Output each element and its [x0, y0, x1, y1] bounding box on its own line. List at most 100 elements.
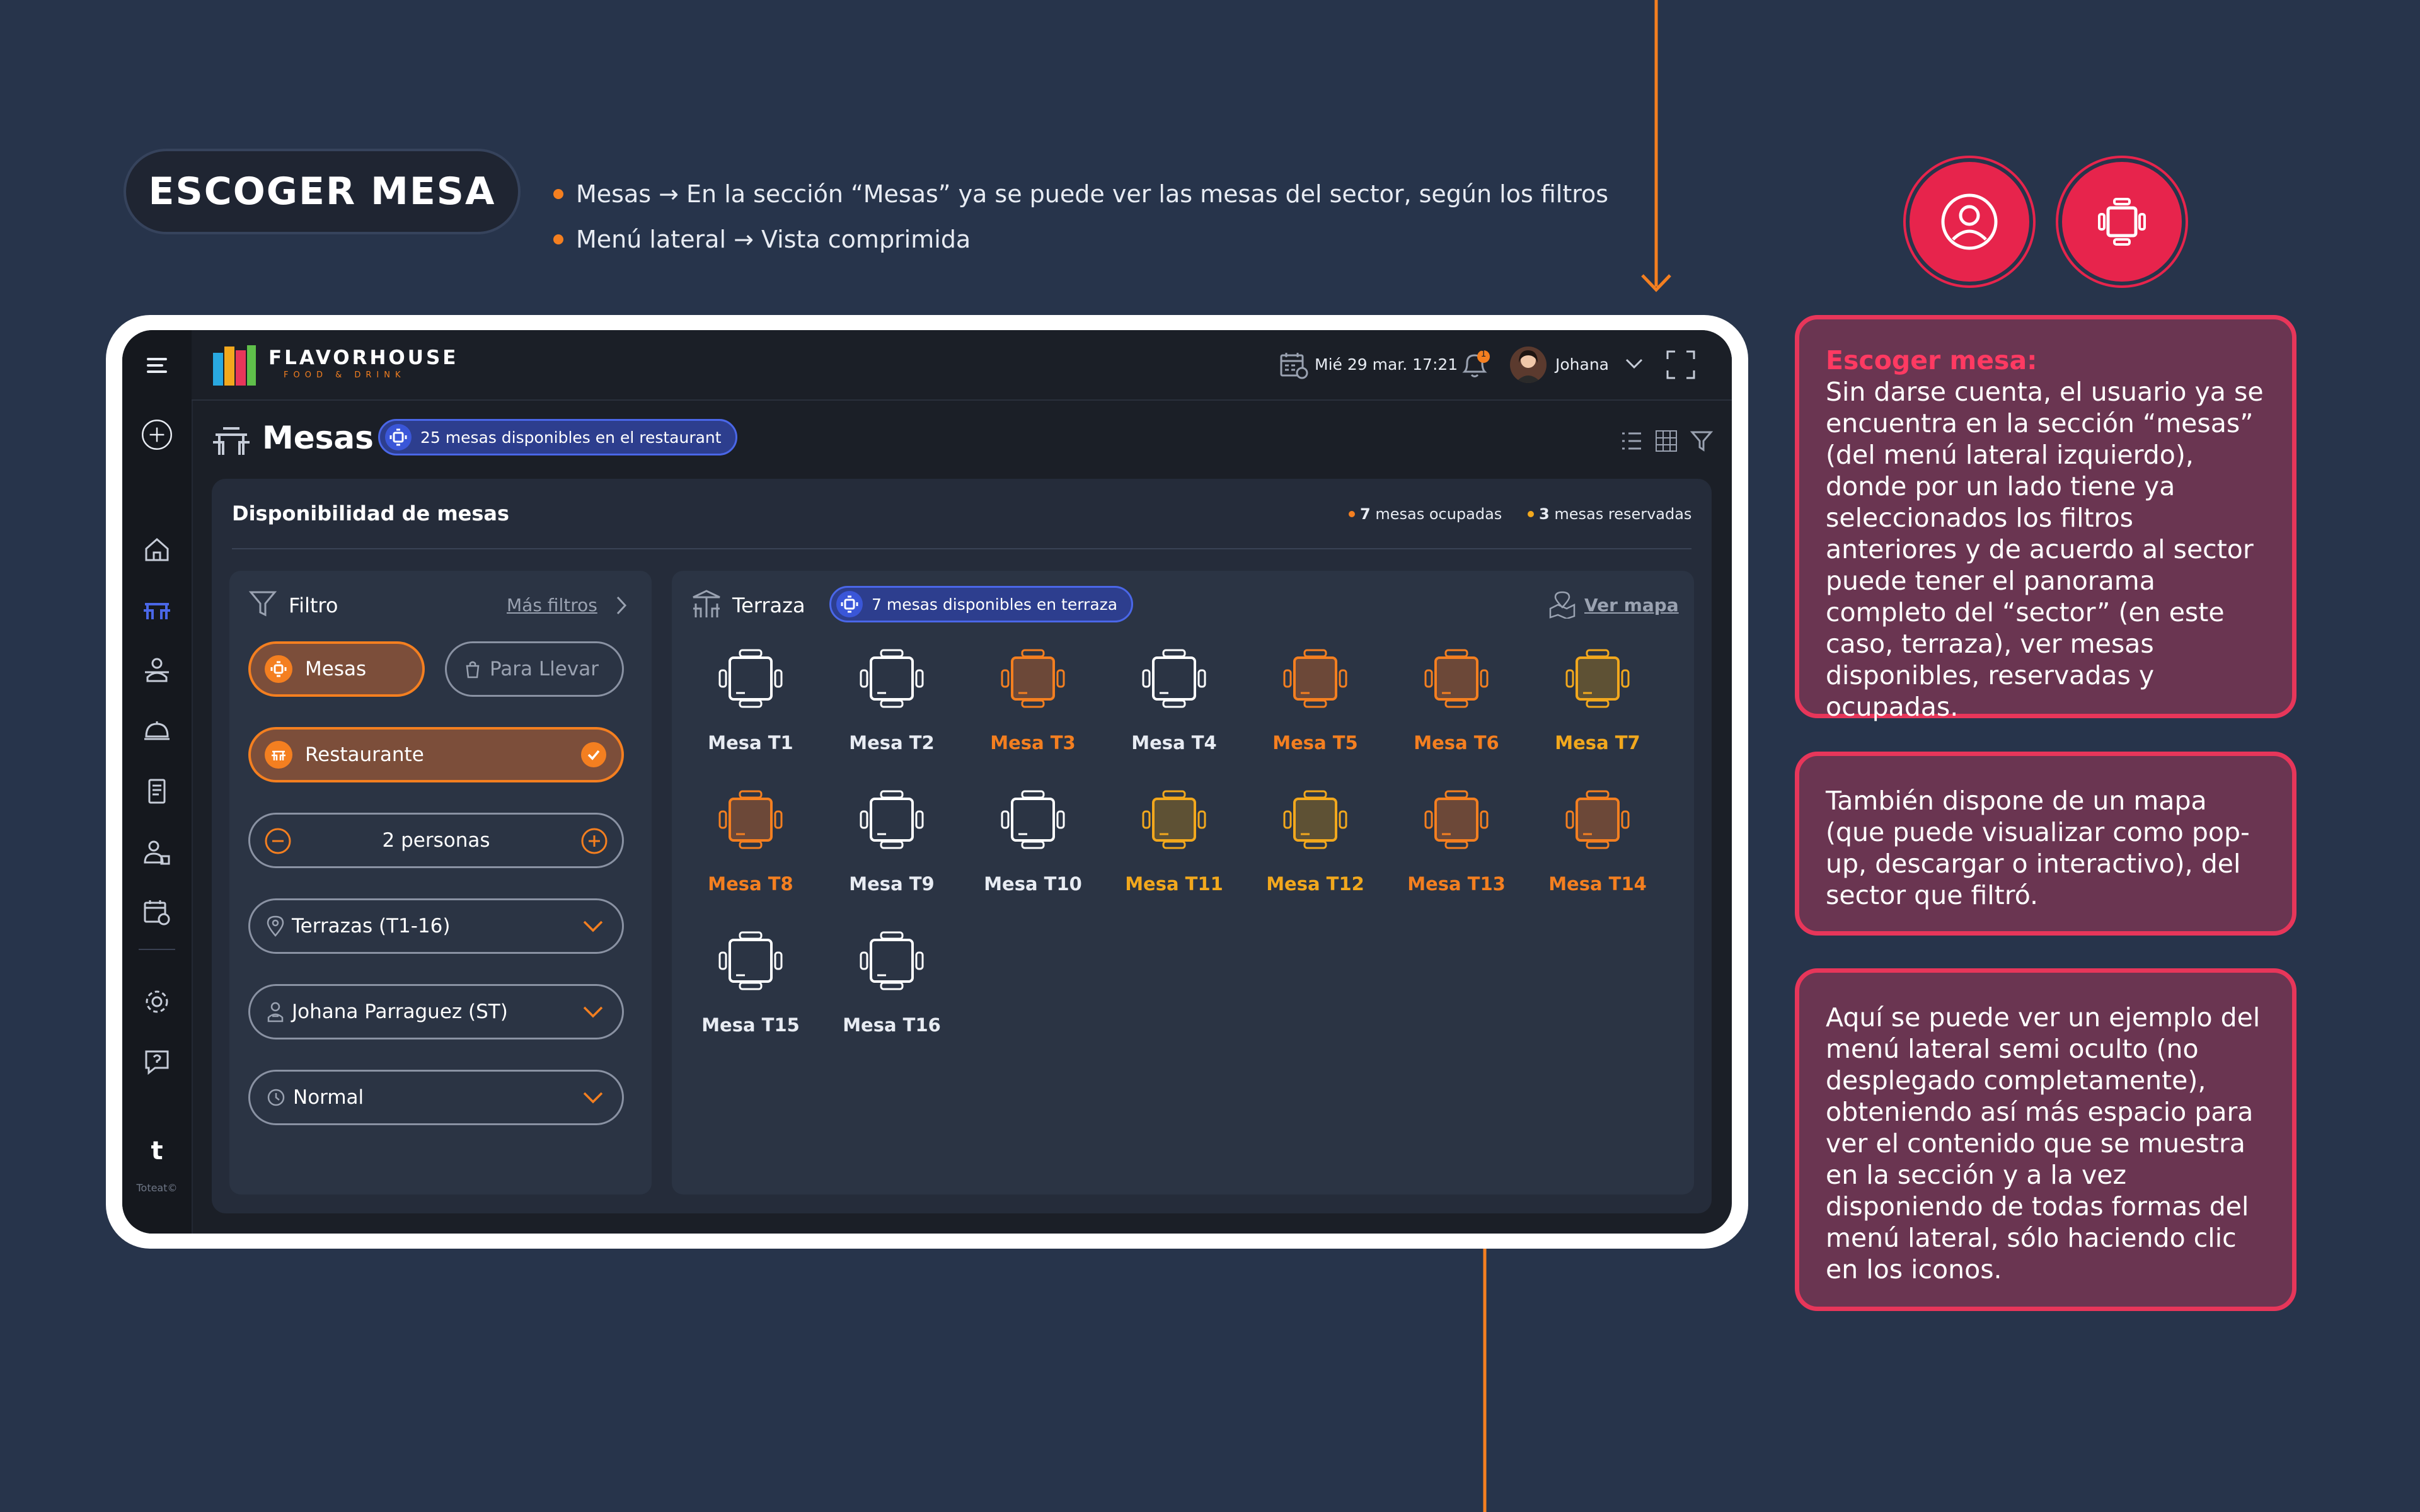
waiter-value: Johana Parraguez (ST) [292, 1000, 508, 1023]
table-item[interactable]: Mesa T12 [1255, 789, 1375, 902]
orders-icon[interactable] [141, 775, 173, 808]
table-item[interactable]: Mesa T4 [1114, 648, 1234, 761]
occupied-summary: 7 mesas ocupadas [1349, 505, 1502, 523]
type-takeaway-label: Para Llevar [490, 658, 599, 680]
chevron-down-icon [582, 1002, 604, 1026]
table-icon [1565, 649, 1630, 708]
area-restaurante-button[interactable]: Restaurante [248, 727, 624, 782]
staff-icon[interactable] [141, 835, 173, 868]
calendar-clock-icon[interactable] [141, 896, 173, 929]
people-stepper: 2 personas [248, 813, 624, 868]
type-mesas-button[interactable]: Mesas [248, 641, 425, 697]
table-label: Mesa T12 [1266, 873, 1364, 895]
view-map-link[interactable]: Ver mapa [1584, 595, 1679, 616]
user-name[interactable]: Johana [1555, 355, 1609, 374]
sidebar: t Toteat© [122, 330, 193, 1234]
sector-name: Terraza [732, 593, 805, 617]
reserved-count: 3 [1539, 505, 1550, 523]
table-item[interactable]: Mesa T11 [1114, 789, 1234, 902]
table-label: Mesa T16 [843, 1014, 941, 1036]
mode-select[interactable]: Normal [248, 1070, 624, 1125]
occupied-label: mesas ocupadas [1375, 505, 1502, 523]
brand-logo-icon [210, 343, 258, 391]
table-label: Mesa T6 [1414, 732, 1499, 753]
table-item[interactable]: Mesa T1 [691, 648, 810, 761]
people-value: 2 personas [382, 829, 490, 852]
table-icon [1424, 649, 1489, 708]
table-icon [718, 649, 783, 708]
table-icon [860, 649, 924, 708]
add-icon[interactable] [141, 418, 173, 451]
table-item[interactable]: Mesa T8 [691, 789, 810, 902]
table-icon [1142, 649, 1206, 708]
help-icon[interactable] [141, 1046, 173, 1079]
funnel-icon [248, 590, 277, 621]
table-item[interactable]: Mesa T6 [1397, 648, 1516, 761]
table-icon [1424, 790, 1489, 849]
sector-availability-badge: 7 mesas disponibles en terraza [829, 586, 1134, 622]
avatar[interactable] [1510, 346, 1547, 383]
table-item[interactable]: Mesa T2 [832, 648, 952, 761]
toteat-label: Toteat© [136, 1182, 178, 1194]
table-item[interactable]: Mesa T16 [832, 930, 952, 1043]
table-icon [718, 931, 783, 990]
tables-title-icon [210, 423, 252, 461]
table-item[interactable]: Mesa T15 [691, 930, 810, 1043]
terrace-icon [691, 588, 722, 622]
waiter-icon[interactable] [141, 654, 173, 687]
tables-icon[interactable] [141, 593, 173, 626]
brand-name: FLAVORHOUSE [268, 346, 459, 369]
mode-value: Normal [293, 1086, 364, 1109]
table-label: Mesa T11 [1125, 873, 1223, 895]
note-body: También dispone de un mapa (que puede vi… [1826, 786, 2250, 910]
more-filters-link[interactable]: Más filtros [507, 595, 597, 616]
type-takeaway-button[interactable]: Para Llevar [445, 641, 624, 697]
filter-icon[interactable] [1690, 430, 1714, 455]
table-item[interactable]: Mesa T14 [1538, 789, 1657, 902]
table-item[interactable]: Mesa T10 [973, 789, 1093, 902]
note-sidebar: Aquí se puede ver un ejemplo del menú la… [1795, 968, 2296, 1311]
list-view-icon[interactable] [1620, 430, 1642, 455]
table-label: Mesa T1 [708, 732, 793, 753]
fullscreen-icon[interactable] [1665, 349, 1697, 383]
table-item[interactable]: Mesa T13 [1397, 789, 1516, 902]
waiter-select[interactable]: Johana Parraguez (ST) [248, 984, 624, 1040]
plus-icon[interactable] [580, 827, 608, 860]
dish-icon[interactable] [141, 714, 173, 747]
top-bar: FLAVORHOUSE FOOD & DRINK Mié 29 mar. 17:… [192, 330, 1732, 401]
settings-icon[interactable] [141, 985, 173, 1018]
table-item[interactable]: Mesa T9 [832, 789, 952, 902]
reserved-label: mesas reservadas [1554, 505, 1692, 523]
user-annotation-icon [1906, 158, 2033, 285]
zone-value: Terrazas (T1-16) [292, 915, 451, 937]
reserved-summary: 3 mesas reservadas [1528, 505, 1691, 523]
chevron-down-icon [582, 1088, 604, 1112]
occupied-count: 7 [1360, 505, 1371, 523]
table-annotation-icon [2058, 158, 2186, 285]
table-label: Mesa T14 [1548, 873, 1647, 895]
table-item[interactable]: Mesa T7 [1538, 648, 1657, 761]
note-map: También dispone de un mapa (que puede vi… [1795, 752, 2296, 936]
chevron-down-icon[interactable] [1625, 357, 1644, 373]
minus-icon[interactable] [264, 827, 292, 860]
table-label: Mesa T8 [708, 873, 793, 895]
grid-view-icon[interactable] [1655, 430, 1678, 455]
table-label: Mesa T10 [984, 873, 1082, 895]
table-icon [1283, 790, 1347, 849]
app-screen: t Toteat© FLAVORHOUSE FOOD & DRINK Mié 2… [122, 330, 1732, 1234]
map-icon[interactable] [1548, 590, 1577, 621]
chevron-down-icon [582, 917, 604, 941]
table-badge-icon [836, 591, 863, 617]
chevron-right-icon[interactable] [614, 595, 629, 619]
filter-title: Filtro [289, 593, 338, 617]
toteat-logo: t [151, 1137, 163, 1166]
table-label: Mesa T3 [990, 732, 1076, 753]
table-icon [718, 790, 783, 849]
table-icon [1142, 790, 1206, 849]
restaurant-mini-icon [265, 741, 292, 769]
home-icon[interactable] [141, 533, 173, 566]
zone-select[interactable]: Terrazas (T1-16) [248, 898, 624, 954]
hamburger-menu-icon[interactable] [141, 349, 173, 382]
table-item[interactable]: Mesa T3 [973, 648, 1093, 761]
table-item[interactable]: Mesa T5 [1255, 648, 1375, 761]
